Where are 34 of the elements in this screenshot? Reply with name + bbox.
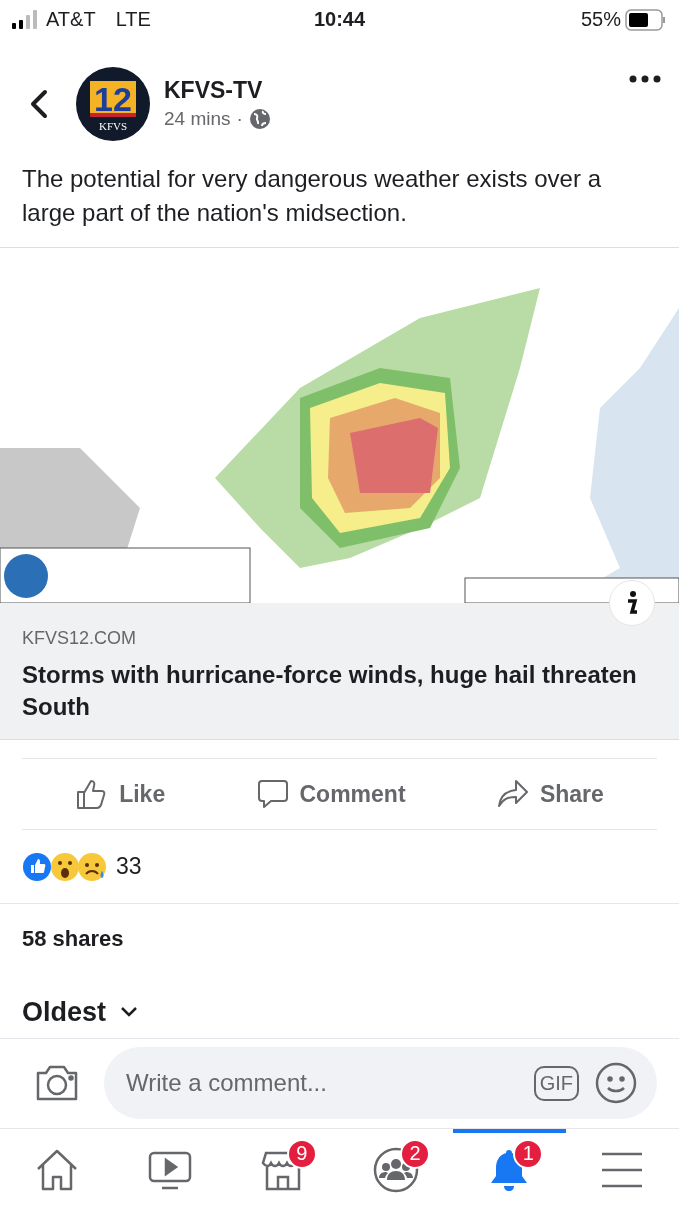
carrier-name: AT&T: [46, 8, 96, 32]
comment-field[interactable]: Write a comment... GIF: [104, 1047, 657, 1120]
link-title[interactable]: Storms with hurricane-force winds, huge hail threaten South: [22, 659, 657, 722]
chevron-down-icon: [120, 1006, 139, 1019]
battery-icon: [625, 8, 667, 31]
shop-tab[interactable]: 9: [226, 1128, 340, 1208]
notification-badge: 9: [286, 1138, 317, 1169]
sort-dropdown[interactable]: Oldest: [0, 986, 161, 1038]
signal-icon: [12, 9, 38, 30]
reaction-icons[interactable]: [22, 850, 108, 883]
post-text: The potential for very dangerous weather exists over a large part of the nation's midsection.: [21, 164, 602, 228]
post-time: 24 mins: [164, 108, 231, 131]
notification-badge: 2: [400, 1138, 431, 1169]
clock-time: 10:44: [313, 8, 366, 31]
bell-tab[interactable]: 1: [452, 1128, 566, 1208]
share-button[interactable]: Share: [487, 773, 612, 816]
comment-button[interactable]: Comment: [247, 773, 414, 816]
channel-logo[interactable]: 12 KFVS: [76, 66, 150, 141]
back-chevron-icon[interactable]: [28, 87, 50, 120]
groups-icon: [372, 1146, 421, 1195]
link-domain[interactable]: KFVS12.COM: [22, 628, 657, 650]
notification-badge: 1: [513, 1138, 544, 1169]
network-type: LTE: [115, 8, 151, 32]
battery-percent: 55%: [580, 8, 621, 32]
author-name[interactable]: KFVS-TV: [164, 77, 629, 105]
like-button[interactable]: Like: [67, 773, 174, 816]
reaction-count[interactable]: 33: [116, 853, 142, 881]
more-options-icon[interactable]: [629, 75, 661, 84]
separator-dot: ·: [236, 108, 243, 131]
globe-icon: [248, 108, 271, 131]
emoji-icon[interactable]: [595, 1062, 637, 1105]
gif-button[interactable]: GIF: [533, 1065, 579, 1101]
share-count[interactable]: 58 shares: [22, 925, 124, 951]
groups-tab[interactable]: 2: [339, 1128, 453, 1208]
